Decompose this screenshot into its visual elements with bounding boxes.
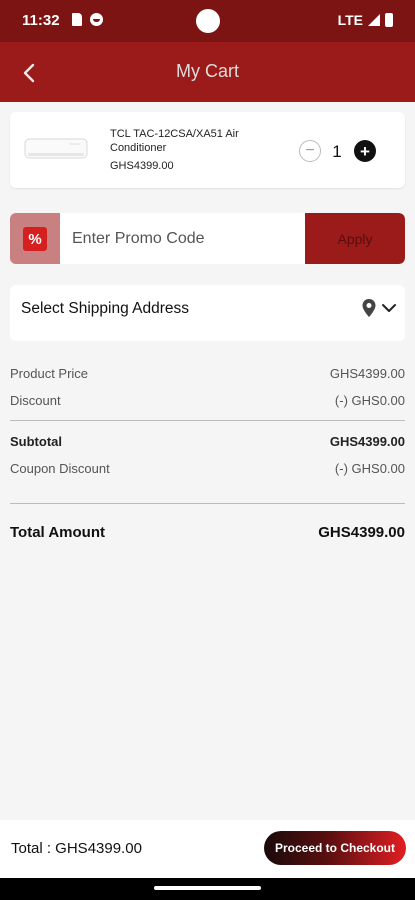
quantity-value: 1 — [332, 142, 342, 161]
coupon-discount-label: Coupon Discount — [10, 461, 110, 476]
promo-code-row: % Apply — [10, 213, 405, 264]
subtotal-row: Subtotal GHS4399.00 — [10, 434, 405, 449]
increase-quantity-button[interactable]: + — [354, 140, 376, 162]
total-amount-row: Total Amount GHS4399.00 — [10, 524, 405, 541]
summary-divider — [10, 503, 405, 504]
promo-icon-box: % — [10, 213, 60, 264]
battery-icon — [385, 13, 393, 27]
product-price-row: Product Price GHS4399.00 — [10, 366, 405, 381]
discount-row: Discount (-) GHS0.00 — [10, 393, 405, 408]
home-indicator[interactable] — [154, 886, 261, 890]
discount-label: Discount — [10, 393, 61, 408]
promo-code-input[interactable] — [72, 213, 300, 264]
coupon-discount-value: (-) GHS0.00 — [334, 461, 405, 476]
decrease-quantity-button[interactable]: − — [299, 140, 321, 162]
status-time: 11:32 — [22, 12, 60, 29]
product-price-label: Product Price — [10, 366, 89, 381]
product-name[interactable]: TCL TAC-12CSA/XA51 Air Conditioner — [110, 127, 280, 155]
discount-value: (-) GHS0.00 — [334, 393, 405, 408]
sim-card-icon — [72, 13, 82, 26]
order-summary: Product Price GHS4399.00 Discount (-) GH… — [10, 366, 405, 546]
bottom-total: Total : GHS4399.00 — [11, 840, 142, 857]
status-indicators: LTE — [338, 12, 393, 28]
shipping-address-label: Select Shipping Address — [21, 300, 190, 317]
checkout-bar: Total : GHS4399.00 Proceed to Checkout — [0, 820, 415, 878]
summary-divider — [10, 420, 405, 421]
coupon-discount-row: Coupon Discount (-) GHS0.00 — [10, 461, 405, 476]
product-price: GHS4399.00 — [110, 160, 174, 172]
subtotal-label: Subtotal — [10, 434, 62, 449]
app-bar: My Cart — [0, 42, 415, 102]
notification-icons — [72, 13, 103, 26]
total-amount-value: GHS4399.00 — [318, 524, 405, 541]
cart-item-card: TCL TAC-12CSA/XA51 Air Conditioner GHS43… — [10, 112, 405, 188]
signal-icon — [368, 14, 380, 26]
shipping-address-selector[interactable]: Select Shipping Address — [10, 285, 405, 341]
percent-icon: % — [23, 227, 47, 251]
location-pin-icon — [362, 299, 376, 317]
status-bar: 11:32 LTE — [0, 0, 415, 42]
product-image[interactable] — [24, 136, 88, 162]
proceed-to-checkout-button[interactable]: Proceed to Checkout — [264, 831, 406, 865]
subtotal-value: GHS4399.00 — [329, 434, 405, 449]
chevron-down-icon[interactable] — [381, 299, 397, 317]
camera-cutout — [196, 9, 220, 33]
product-price-value: GHS4399.00 — [329, 366, 405, 381]
network-type: LTE — [337, 12, 363, 28]
total-amount-label: Total Amount — [10, 524, 105, 541]
notification-face-icon — [90, 13, 103, 26]
apply-button[interactable]: Apply — [305, 213, 405, 264]
page-title: My Cart — [176, 61, 239, 81]
system-navigation-bar — [0, 878, 415, 900]
